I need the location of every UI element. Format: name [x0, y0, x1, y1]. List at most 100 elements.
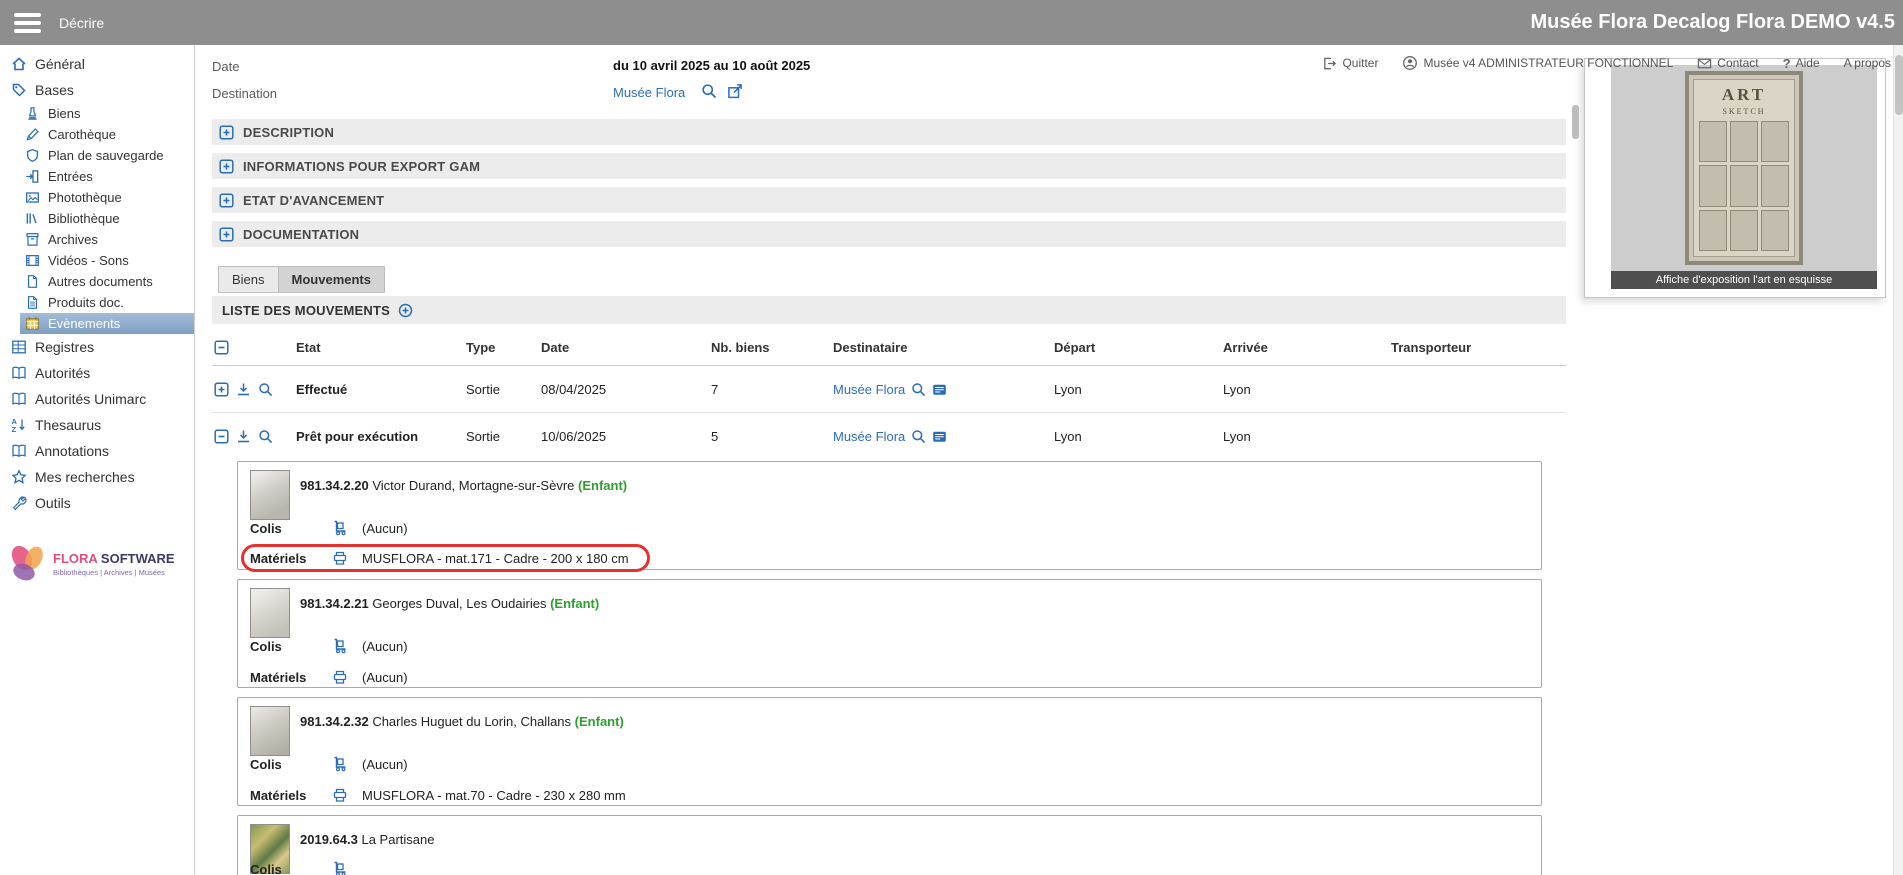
export-icon[interactable]	[236, 382, 251, 397]
preview-image-area[interactable]: ART SKETCH	[1611, 65, 1877, 271]
materiels-row: Matériels (Aucun)	[250, 669, 408, 685]
trolley-icon[interactable]	[332, 638, 362, 654]
sidebar-item-autorites[interactable]: Autorités	[0, 360, 194, 386]
section-description[interactable]: DESCRIPTION	[212, 119, 1566, 145]
sidebar-item-label: Autorités	[35, 365, 90, 381]
sidebar-item-autres-documents[interactable]: Autres documents	[20, 271, 194, 292]
top-bar: Décrire Musée Flora Decalog Flora DEMO v…	[0, 0, 1903, 45]
tab-mouvements[interactable]: Mouvements	[279, 266, 385, 293]
flora-flower-icon	[6, 542, 50, 586]
section-etat-avancement[interactable]: ETAT D'AVANCEMENT	[212, 187, 1566, 213]
search-icon[interactable]	[911, 382, 926, 397]
document-icon	[24, 274, 41, 289]
item-card: 2019.64.3 La Partisane Colis	[237, 815, 1542, 875]
colis-row: Colis (Aucun)	[250, 756, 408, 772]
destination-search-icon[interactable]	[701, 83, 717, 99]
content-scrollbar-thumb[interactable]	[1572, 105, 1579, 139]
search-icon[interactable]	[258, 429, 273, 444]
add-movement-icon[interactable]	[398, 303, 413, 318]
session-toolbar: Quitter Musée v4 ADMINISTRATEUR FONCTION…	[1322, 55, 1891, 71]
sidebar-item-archives[interactable]: Archives	[20, 229, 194, 250]
artifact-icon	[24, 106, 41, 121]
item-title: 981.34.2.32 Charles Huguet du Lorin, Cha…	[300, 714, 624, 729]
sidebar-item-phototheque[interactable]: Photothèque	[20, 187, 194, 208]
cell-arrivee: Lyon	[1223, 382, 1391, 397]
calendar-icon	[24, 316, 41, 331]
export-icon[interactable]	[236, 429, 251, 444]
search-icon[interactable]	[911, 429, 926, 444]
sidebar-item-bibliotheque[interactable]: Bibliothèque	[20, 208, 194, 229]
materiels-value: (Aucun)	[362, 670, 408, 685]
page-scrollbar-thumb[interactable]	[1895, 55, 1903, 115]
item-title: 2019.64.3 La Partisane	[300, 832, 434, 847]
contact-button[interactable]: Contact	[1697, 56, 1758, 71]
cell-etat: Effectué	[296, 382, 466, 397]
printer-icon[interactable]	[332, 669, 362, 685]
sidebar-item-annotations[interactable]: Annotations	[0, 438, 194, 464]
destination-open-record-icon[interactable]	[727, 83, 743, 99]
sidebar-item-general[interactable]: Général	[0, 51, 194, 77]
section-documentation[interactable]: DOCUMENTATION	[212, 221, 1566, 247]
record-card-icon[interactable]	[932, 429, 947, 444]
movements-table: Etat Type Date Nb. biens Destinataire Dé…	[212, 330, 1566, 460]
detail-tabs: Biens Mouvements	[218, 266, 385, 293]
hamburger-menu-icon[interactable]	[14, 13, 41, 33]
question-mark-icon: ?	[1783, 56, 1791, 71]
sidebar-item-entrees[interactable]: Entrées	[20, 166, 194, 187]
item-thumbnail[interactable]	[250, 588, 290, 638]
sidebar-item-autorites-unimarc[interactable]: Autorités Unimarc	[0, 386, 194, 412]
date-field-value: du 10 avril 2025 au 10 août 2025	[613, 58, 810, 73]
page-scrollbar[interactable]	[1893, 45, 1903, 875]
movement-items-list: 981.34.2.20 Victor Durand, Mortagne-sur-…	[237, 461, 1542, 875]
sidebar-item-label: Thesaurus	[35, 417, 101, 433]
sidebar-item-produits-doc[interactable]: Produits doc.	[20, 292, 194, 313]
materiels-value: MUSFLORA - mat.70 - Cadre - 230 x 280 mm	[362, 788, 626, 803]
colis-row: Colis (Aucun)	[250, 638, 408, 654]
record-card-icon[interactable]	[932, 382, 947, 397]
poster-sketch-panels	[1699, 121, 1789, 251]
expand-plus-icon[interactable]	[219, 193, 234, 208]
sidebar-item-mes-recherches[interactable]: Mes recherches	[0, 464, 194, 490]
sidebar-item-bases[interactable]: Bases	[0, 77, 194, 103]
expand-plus-icon[interactable]	[219, 227, 234, 242]
movements-list-title: LISTE DES MOUVEMENTS	[222, 303, 390, 318]
item-thumbnail[interactable]	[250, 706, 290, 756]
archive-box-icon	[24, 232, 41, 247]
destination-link[interactable]: Musée Flora	[613, 85, 685, 100]
sidebar-item-thesaurus[interactable]: AZ Thesaurus	[0, 412, 194, 438]
sidebar-item-biens[interactable]: Biens	[20, 103, 194, 124]
printer-icon[interactable]	[332, 550, 362, 566]
quit-button[interactable]: Quitter	[1322, 56, 1378, 71]
search-icon[interactable]	[258, 382, 273, 397]
column-header-arrivee: Arrivée	[1223, 340, 1391, 355]
section-informations-export-gam[interactable]: INFORMATIONS POUR EXPORT GAM	[212, 153, 1566, 179]
user-menu[interactable]: Musée v4 ADMINISTRATEUR FONCTIONNEL	[1402, 55, 1673, 71]
sidebar-item-carotheque[interactable]: Carothèque	[20, 124, 194, 145]
tab-biens[interactable]: Biens	[218, 266, 279, 293]
help-button[interactable]: ? Aide	[1783, 56, 1820, 71]
sidebar-item-label: Entrées	[48, 169, 93, 184]
column-header-type: Type	[466, 340, 541, 355]
destinataire-link[interactable]: Musée Flora	[833, 382, 905, 397]
destinataire-link[interactable]: Musée Flora	[833, 429, 905, 444]
item-thumbnail[interactable]	[250, 470, 290, 520]
expand-row-icon[interactable]	[214, 382, 229, 397]
expand-plus-icon[interactable]	[219, 125, 234, 140]
sidebar-item-evenements[interactable]: Evènements	[20, 313, 194, 334]
trolley-icon[interactable]	[332, 520, 362, 536]
trolley-icon[interactable]	[332, 756, 362, 772]
about-button[interactable]: A propos	[1844, 56, 1891, 70]
sidebar-item-registres[interactable]: Registres	[0, 334, 194, 360]
materiels-value: MUSFLORA - mat.171 - Cadre - 200 x 180 c…	[362, 551, 629, 566]
collapse-all-icon[interactable]	[214, 340, 229, 355]
expand-plus-icon[interactable]	[219, 159, 234, 174]
trolley-icon[interactable]	[332, 861, 362, 875]
collapse-row-icon[interactable]	[214, 429, 229, 444]
sidebar-item-videos-sons[interactable]: Vidéos - Sons	[20, 250, 194, 271]
materiels-row-highlighted: Matériels MUSFLORA - mat.171 - Cadre - 2…	[241, 544, 650, 572]
sidebar-item-plan-de-sauvegarde[interactable]: Plan de sauvegarde	[20, 145, 194, 166]
sidebar-item-outils[interactable]: Outils	[0, 490, 194, 516]
cell-depart: Lyon	[1054, 382, 1223, 397]
printer-icon[interactable]	[332, 787, 362, 803]
book-icon	[10, 365, 27, 381]
